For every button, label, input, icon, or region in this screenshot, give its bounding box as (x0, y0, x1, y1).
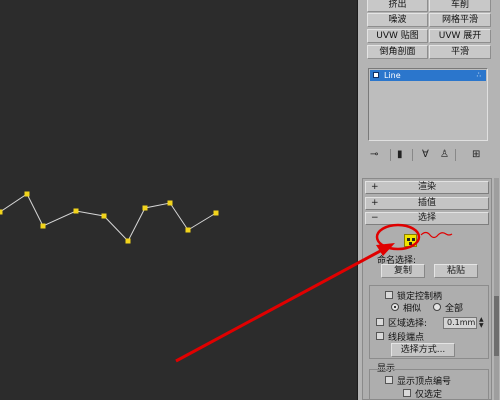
spline-vertex[interactable] (40, 223, 46, 229)
square-icon (373, 72, 379, 78)
spline-vertex[interactable] (167, 200, 173, 206)
copy-button[interactable]: 复制 (381, 264, 425, 278)
stack-toolbar: ⊸ ▮ ∀ ♙ ⊞ (368, 148, 490, 162)
command-panel: 挤出 车削 噪波 网格平滑 UVW 贴图 UVW 展开 倒角剖面 平滑 Line… (357, 0, 500, 400)
segment-end-checkbox[interactable] (376, 332, 384, 340)
spline-vertex[interactable] (0, 209, 3, 215)
configure-sets-icon[interactable]: ⊞ (472, 148, 480, 162)
stack-item-label: Line (384, 71, 401, 80)
area-select-label: 区域选择: (388, 319, 428, 329)
smooth-button[interactable]: 平滑 (429, 45, 491, 59)
vertex-select-icon[interactable] (404, 234, 417, 247)
remove-modifier-icon[interactable]: ♙ (440, 148, 449, 162)
separator (455, 149, 456, 161)
paste-button[interactable]: 粘贴 (434, 264, 478, 278)
separator (390, 149, 391, 161)
uvw-map-button[interactable]: UVW 贴图 (367, 29, 428, 43)
lock-handles-checkbox[interactable] (385, 291, 393, 299)
segment-end-label: 线段端点 (388, 333, 425, 343)
expand-plus-icon: + (371, 182, 379, 192)
alike-radio[interactable] (391, 303, 399, 311)
extrude-button[interactable]: 挤出 (367, 0, 428, 12)
spinner-arrows-icon[interactable]: ▲ ▼ (479, 317, 484, 329)
noise-button[interactable]: 噪波 (367, 13, 428, 27)
rollout-selection-label: 选择 (417, 213, 436, 223)
lathe-button[interactable]: 车削 (429, 0, 491, 12)
stack-item-line[interactable]: Line ∴ (370, 70, 486, 81)
show-vertex-numbers-label: 显示顶点编号 (397, 377, 452, 387)
bevel-profile-button[interactable]: 倒角剖面 (367, 45, 428, 59)
show-end-result-icon[interactable]: ▮ (397, 148, 403, 162)
make-unique-icon[interactable]: ∀ (422, 148, 429, 162)
spline-vertex[interactable] (142, 205, 148, 211)
spline-vertices[interactable] (0, 191, 219, 244)
modifier-stack[interactable]: Line ∴ (368, 68, 488, 141)
rollout-selection[interactable]: − 选择 (365, 212, 489, 225)
spline-vertex[interactable] (213, 210, 219, 216)
area-select-input[interactable]: 0.1mm (443, 317, 477, 329)
panel-scrollbar[interactable] (494, 178, 499, 400)
vertex-dots-icon: ∴ (476, 71, 482, 79)
selected-only-label: 仅选定 (415, 390, 443, 400)
rollout-container: + 渲染 + 插值 − 选择 命名选择: 复制 粘贴 锁定控制柄 相似 全部 区… (362, 178, 492, 400)
meshsmooth-button[interactable]: 网格平滑 (429, 13, 491, 27)
rollout-render[interactable]: + 渲染 (365, 181, 489, 194)
alike-label: 相似 (403, 304, 422, 314)
spline-vertex[interactable] (73, 208, 79, 214)
viewport[interactable] (0, 0, 356, 400)
rollout-interpolation-label: 插值 (417, 198, 436, 208)
spline-vertex[interactable] (125, 238, 131, 244)
scrollbar-thumb[interactable] (494, 296, 499, 356)
uvw-unwrap-button[interactable]: UVW 展开 (429, 29, 491, 43)
separator (412, 149, 413, 161)
all-radio[interactable] (433, 303, 441, 311)
selected-only-checkbox[interactable] (403, 389, 411, 397)
rollout-render-label: 渲染 (417, 182, 436, 192)
spline-canvas[interactable] (0, 0, 356, 400)
spline-vertex[interactable] (24, 191, 30, 197)
rollout-interpolation[interactable]: + 插值 (365, 197, 489, 210)
collapse-minus-icon: − (371, 213, 379, 223)
spline-curve[interactable] (0, 193, 217, 242)
spline-vertex[interactable] (101, 213, 107, 219)
show-vertex-numbers-checkbox[interactable] (385, 376, 393, 384)
expand-plus-icon: + (371, 198, 379, 208)
select-by-button[interactable]: 选择方式... (391, 343, 455, 357)
spline-vertex[interactable] (185, 227, 191, 233)
all-label: 全部 (445, 304, 464, 314)
area-select-checkbox[interactable] (376, 318, 384, 326)
pin-stack-icon[interactable]: ⊸ (370, 148, 378, 162)
